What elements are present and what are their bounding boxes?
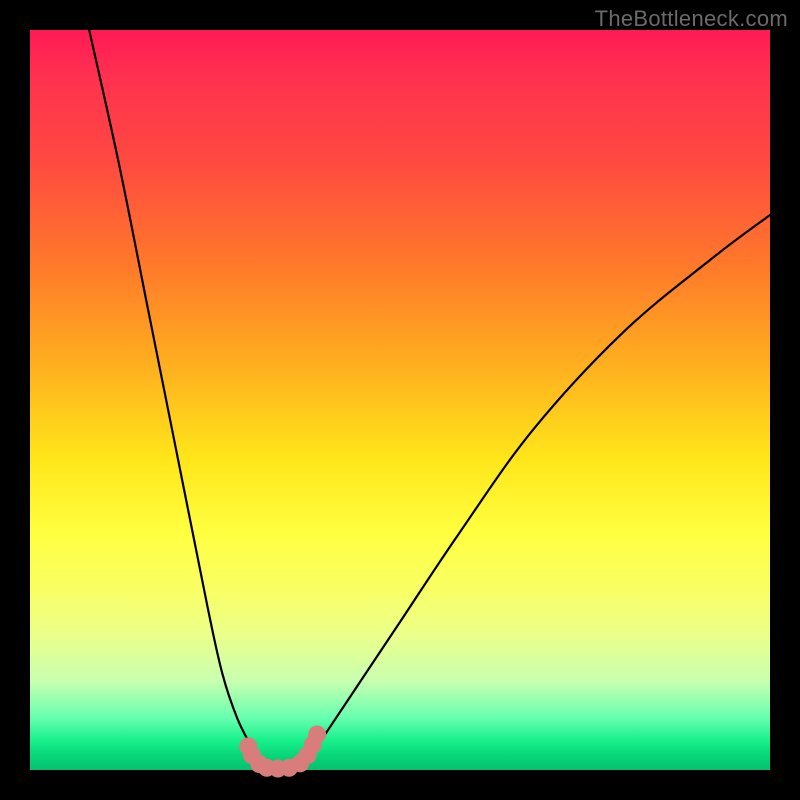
watermark-text: TheBottleneck.com (595, 6, 788, 32)
curve-right-branch (296, 215, 770, 770)
chart-frame: TheBottleneck.com (0, 0, 800, 800)
curve-group (89, 30, 770, 770)
marker-dot (308, 725, 326, 743)
plot-area (30, 30, 770, 770)
chart-svg (30, 30, 770, 770)
curve-left-branch (89, 30, 267, 770)
marker-group (239, 725, 326, 777)
